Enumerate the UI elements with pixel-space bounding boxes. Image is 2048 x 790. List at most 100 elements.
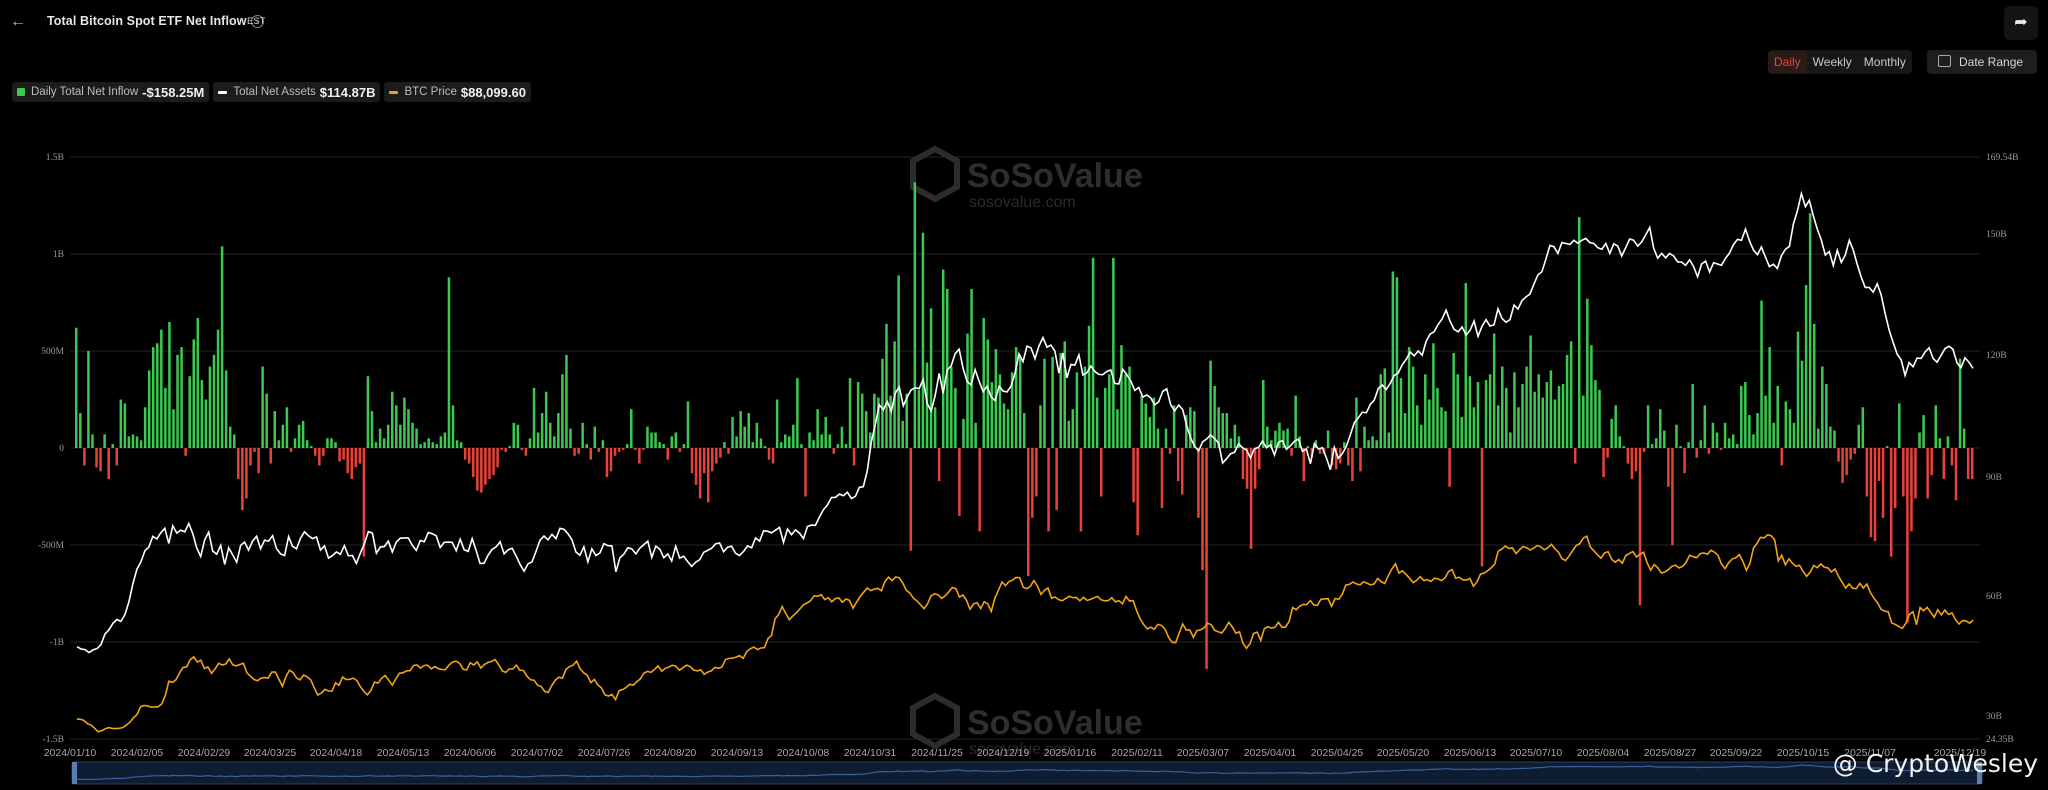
inflow-bar [253, 448, 256, 452]
inflow-bar [196, 318, 200, 448]
inflow-bar [285, 407, 289, 448]
inflow-bar [1541, 397, 1545, 448]
inflow-bar [342, 448, 345, 460]
inflow-bar [881, 358, 884, 448]
inflow-bar [625, 444, 629, 448]
inflow-bar [492, 448, 495, 476]
inflow-bar [228, 426, 232, 448]
inflow-bar [326, 438, 329, 448]
inflow-bar [990, 382, 994, 448]
inflow-bar [1492, 333, 1496, 448]
inflow-bar [1659, 409, 1662, 448]
inflow-bar [812, 440, 815, 448]
inflow-bar [771, 448, 775, 464]
inflow-bar [1189, 407, 1192, 448]
inflow-bar [1630, 448, 1634, 480]
inflow-bar [156, 343, 159, 448]
inflow-bar [1274, 430, 1277, 448]
inflow-bar [504, 448, 507, 452]
inflow-bar [354, 448, 358, 468]
inflow-bar [702, 448, 706, 474]
inflow-bar [897, 275, 900, 448]
inflow-bar [374, 442, 378, 448]
right-axis-tick-label: 150B [1986, 230, 2007, 240]
inflow-bar [1424, 374, 1427, 448]
btc-price-line [76, 533, 1974, 733]
inflow-bar [1962, 428, 1966, 448]
inflow-bar [395, 405, 398, 448]
inflow-bar [642, 448, 645, 450]
inflow-bar [634, 448, 637, 450]
x-axis-tick-label: 2025/03/07 [1177, 747, 1230, 759]
inflow-bar [386, 424, 390, 448]
inflow-bar [115, 448, 119, 466]
inflow-bar [804, 448, 807, 497]
inflow-bar [1302, 448, 1306, 481]
inflow-bar [1415, 405, 1419, 448]
inflow-bar [472, 448, 475, 478]
left-axis-tick-label: 0 [59, 444, 64, 454]
inflow-bar [1176, 448, 1180, 481]
x-axis-tick-label: 2024/10/31 [844, 747, 897, 759]
inflow-bar [864, 411, 868, 448]
inflow-bar [1099, 448, 1103, 497]
inflow-bar [1180, 448, 1184, 495]
inflow-bar [1780, 448, 1784, 466]
inflow-bar [1233, 424, 1237, 448]
watermark-url: sosovalue.com [969, 194, 1076, 211]
inflow-bar [690, 448, 694, 474]
inflow-bar [1638, 448, 1642, 606]
inflow-bar [399, 424, 402, 448]
inflow-bar [1055, 448, 1058, 511]
x-axis-tick-label: 2024/12/19 [977, 747, 1030, 759]
inflow-bar [1861, 407, 1865, 448]
inflow-bar [715, 448, 718, 464]
inflow-bar [322, 448, 325, 456]
inflow-bar [439, 436, 443, 448]
inflow-bar [95, 448, 98, 468]
inflow-bar [755, 422, 759, 448]
inflow-bar [216, 329, 220, 448]
inflow-bar [557, 413, 560, 448]
inflow-bar [1253, 448, 1257, 489]
inflow-bar [1837, 448, 1840, 462]
inflow-bar [350, 448, 353, 480]
inflow-bar [127, 436, 131, 448]
x-axis-tick-label: 2024/06/06 [444, 747, 497, 759]
inflow-bar [1877, 448, 1881, 481]
inflow-bar [1577, 217, 1581, 448]
inflow-bar [921, 232, 925, 448]
inflow-bar [1950, 448, 1954, 466]
inflow-bar [553, 436, 556, 448]
inflow-bar [476, 448, 479, 491]
inflow-bar [1306, 446, 1310, 448]
x-axis-tick-label: 2025/08/04 [1577, 747, 1630, 759]
author-signature: @ CryptoWesley [1833, 749, 2038, 778]
signature-text: @ CryptoWesley [1832, 749, 2038, 778]
inflow-bar [330, 438, 333, 448]
inflow-bar [1108, 374, 1111, 448]
inflow-bar [411, 422, 414, 448]
inflow-bar [1808, 213, 1812, 448]
inflow-bar [1549, 370, 1553, 448]
inflow-bar [682, 444, 686, 448]
inflow-bar [520, 448, 524, 450]
inflow-bar [435, 444, 439, 448]
inflow-bar [1756, 413, 1759, 448]
inflow-bar [779, 442, 783, 448]
inflow-bar [601, 440, 605, 448]
inflow-bar [735, 436, 738, 448]
inflow-bar [719, 448, 722, 458]
inflow-bar [1760, 300, 1763, 448]
inflow-bar [589, 448, 593, 460]
inflow-bar [508, 446, 511, 448]
inflow-bar [820, 434, 823, 448]
inflow-bar [1383, 368, 1387, 448]
inflow-bar [1103, 387, 1107, 448]
inflow-bar [658, 442, 661, 448]
inflow-bar [119, 399, 123, 448]
inflow-bar [593, 426, 597, 448]
inflow-bar [99, 448, 102, 472]
inflow-bar [1031, 448, 1034, 518]
inflow-bar [1144, 403, 1148, 448]
